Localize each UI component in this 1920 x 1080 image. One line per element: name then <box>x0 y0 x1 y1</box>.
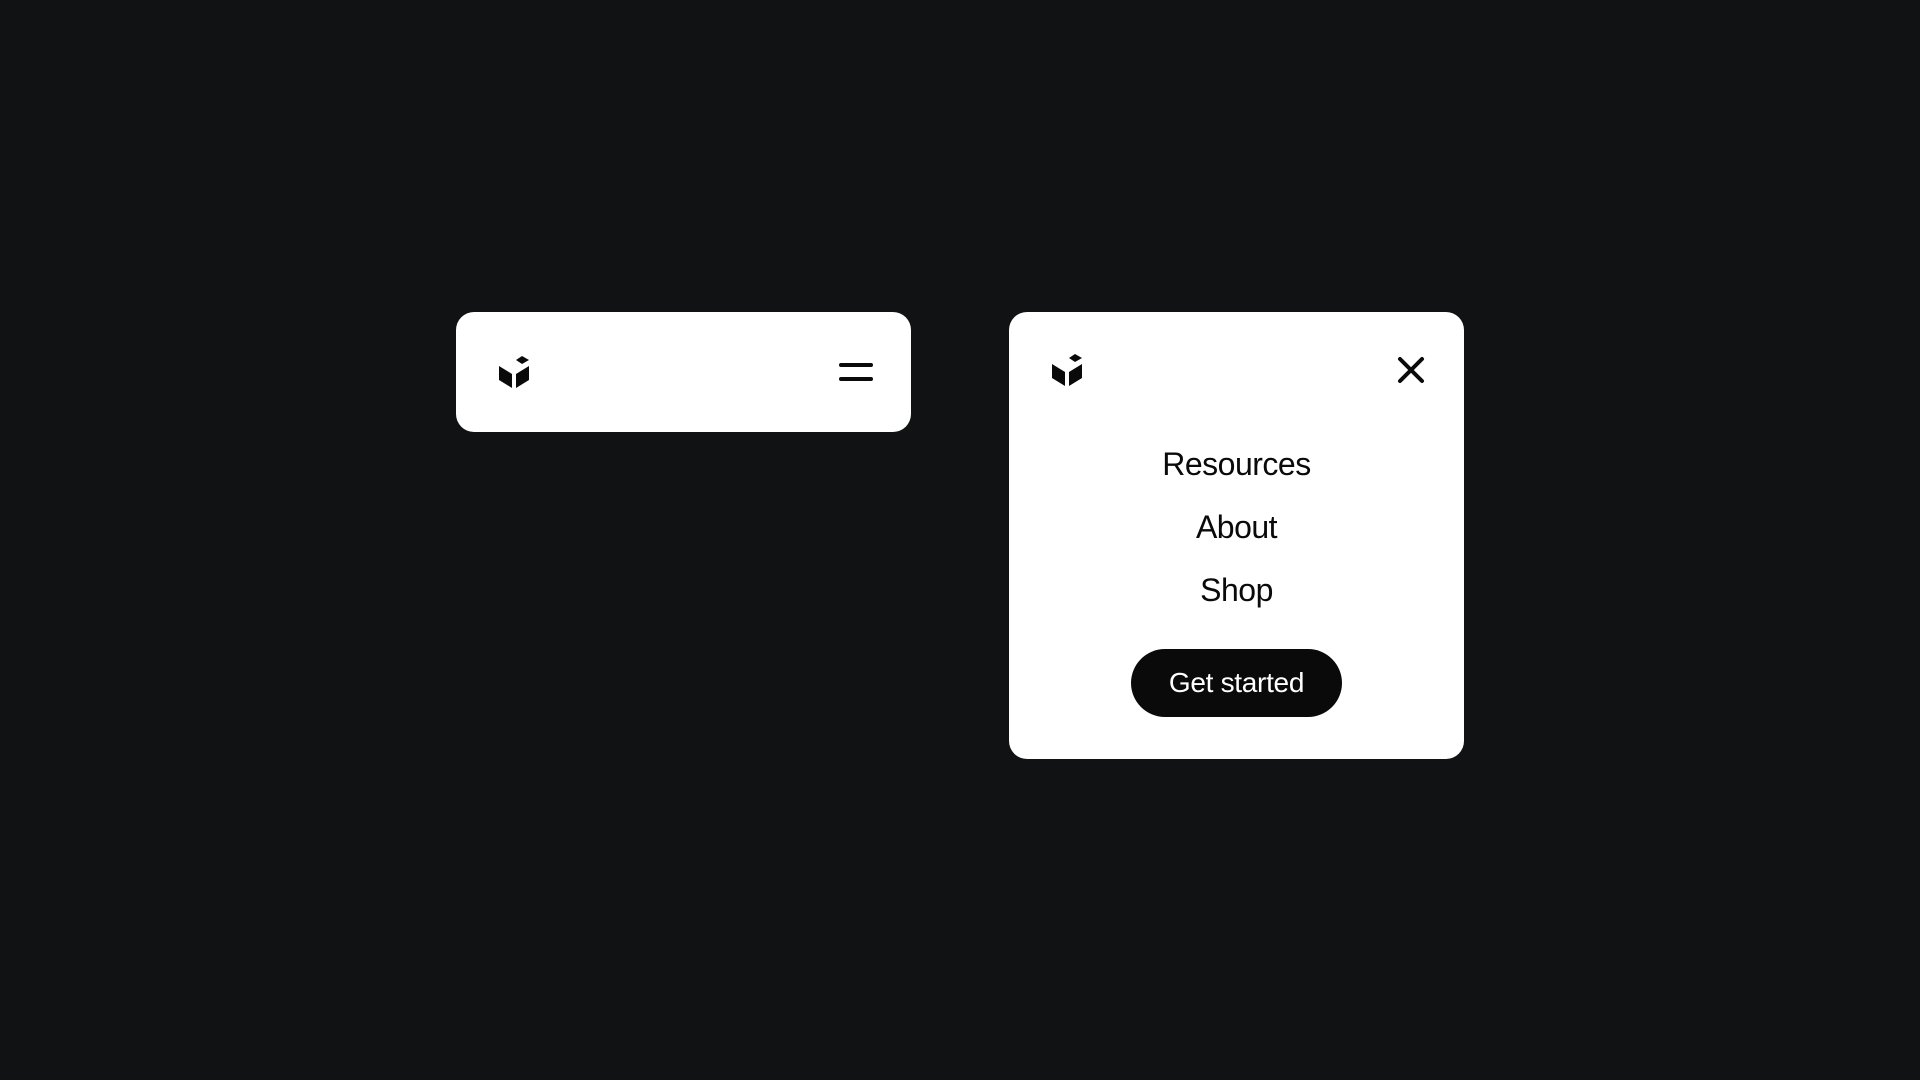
hamburger-icon[interactable] <box>839 360 873 384</box>
close-icon[interactable] <box>1396 355 1426 385</box>
menu-items-list: Resources About Shop <box>1047 446 1426 609</box>
navbar-expanded: Resources About Shop Get started <box>1009 312 1464 759</box>
logo-icon[interactable] <box>1047 350 1087 390</box>
menu-item-about[interactable]: About <box>1196 509 1277 546</box>
menu-item-shop[interactable]: Shop <box>1200 572 1273 609</box>
logo-icon[interactable] <box>494 352 534 392</box>
get-started-button[interactable]: Get started <box>1131 649 1342 717</box>
menu-item-resources[interactable]: Resources <box>1162 446 1310 483</box>
navbar-collapsed <box>456 312 911 432</box>
